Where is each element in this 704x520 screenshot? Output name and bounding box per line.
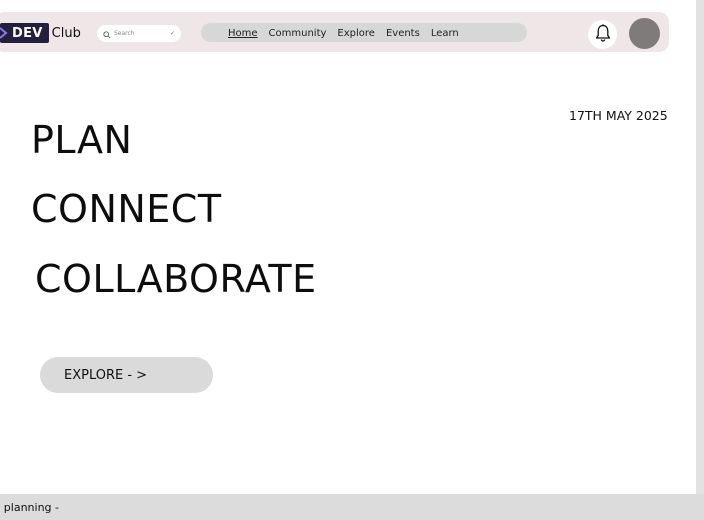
logo[interactable]: DEV Club [0,23,81,43]
search-input[interactable] [111,26,166,41]
nav-item-events[interactable]: Events [386,28,420,39]
logo-badge: DEV [0,23,49,43]
footer-bar [0,494,704,520]
nav-item-learn[interactable]: Learn [431,28,459,39]
hero-line-connect: CONNECT [31,187,222,231]
nav-item-explore[interactable]: Explore [337,28,375,39]
event-date: 17TH MAY 2025 [569,108,668,123]
logo-dev-text: DEV [12,25,43,41]
bell-icon [595,23,611,46]
nav-item-home[interactable]: Home [228,28,258,39]
search-box[interactable]: ✓ [97,25,181,42]
nav-item-community[interactable]: Community [269,28,327,39]
window-edge [696,0,704,520]
hero-line-collaborate: COLLABORATE [35,257,317,301]
hero-line-plan: PLAN [31,118,133,162]
clear-search-icon[interactable]: ✓ [170,30,175,37]
search-icon [103,24,111,43]
footer-text: t planning - [0,501,60,514]
avatar[interactable] [629,18,660,49]
notifications-button[interactable] [588,20,617,49]
page: DEV Club ✓ Home Community Explore Events… [0,0,704,520]
logo-chevron-icon [0,23,10,43]
nav-links: Home Community Explore Events Learn [228,25,470,41]
explore-button[interactable]: EXPLORE - > [40,357,213,393]
logo-club-text: Club [51,25,81,41]
